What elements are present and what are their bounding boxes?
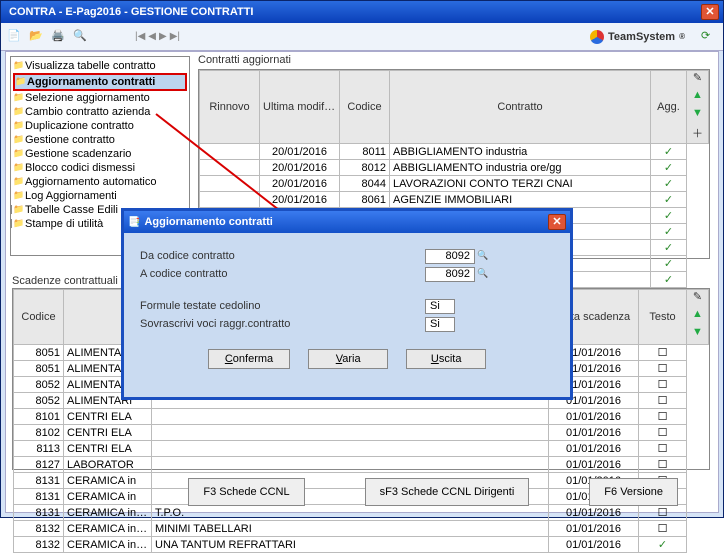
tree-item-cambio[interactable]: Cambio contratto azienda: [13, 105, 187, 119]
nav-next-icon[interactable]: ▶: [159, 31, 167, 42]
varia-button[interactable]: Varia: [308, 349, 388, 369]
grid-header: Rinnovo Ultima modifica Codice Contratto…: [200, 71, 709, 144]
table-row[interactable]: 20/01/20168012ABBIGLIAMENTO industria or…: [200, 160, 709, 176]
table-row[interactable]: 8131CERAMICA industriaT.P.O.01/01/2016☐: [14, 505, 709, 521]
label-formule: Formule testate cedolino: [140, 300, 330, 312]
table-row[interactable]: 8127LABORATOR01/01/2016☐: [14, 457, 709, 473]
dialog-title: Aggiornamento contratti: [144, 216, 548, 228]
tree-item-gestione-contratto[interactable]: Gestione contratto: [13, 133, 187, 147]
print-icon[interactable]: 🖨️: [51, 29, 67, 45]
table-row[interactable]: 8132CERAMICA industria Ore/GgUNA TANTUM …: [14, 537, 709, 553]
nav-first-icon[interactable]: |◀: [135, 31, 145, 42]
search-icon[interactable]: 🔍: [73, 29, 89, 45]
table-row[interactable]: 8101CENTRI ELA01/01/2016☐: [14, 409, 709, 425]
table-row[interactable]: 8132CERAMICA industria Ore/GgMINIMI TABE…: [14, 521, 709, 537]
dialog-titlebar: 📑 Aggiornamento contratti ✕: [124, 211, 570, 233]
nav-prev-icon[interactable]: ◀: [148, 31, 156, 42]
input-sovrascrivi[interactable]: Si: [425, 317, 455, 332]
table-row[interactable]: 20/01/20168061AGENZIE IMMOBILIARI✓: [200, 192, 709, 208]
tree-item-duplicazione[interactable]: Duplicazione contratto: [13, 119, 187, 133]
label-a-codice: A codice contratto: [140, 268, 330, 280]
table-row[interactable]: 8102CENTRI ELA01/01/2016☐: [14, 425, 709, 441]
table-row[interactable]: 8113CENTRI ELA01/01/2016☐: [14, 441, 709, 457]
down-icon[interactable]: ▼: [687, 326, 708, 344]
sf3-schede-button[interactable]: sF3 Schede CCNL Dirigenti: [365, 478, 530, 506]
expand-icon[interactable]: +: [10, 219, 12, 228]
tree-item-agg-auto[interactable]: Aggiornamento automatico: [13, 175, 187, 189]
f6-versione-button[interactable]: F6 Versione: [589, 478, 678, 506]
grid-side-buttons: ✎ ▲ ▼ ＋: [687, 71, 709, 144]
toolbar: 📄 📂 🖨️ 🔍 |◀ ◀ ▶ ▶| TeamSystem® ⟳: [1, 23, 723, 51]
down-icon[interactable]: ▼: [687, 107, 708, 125]
titlebar: CONTRA - E-Pag2016 - GESTIONE CONTRATTI …: [1, 1, 723, 23]
tree-item-aggiornamento-contratti[interactable]: Aggiornamento contratti: [13, 73, 187, 91]
top-section-label: Contratti aggiornati: [198, 54, 291, 66]
close-icon[interactable]: ✕: [701, 4, 719, 20]
dialog-buttons: Conferma Varia Uscita: [140, 349, 554, 369]
window-title: CONTRA - E-Pag2016 - GESTIONE CONTRATTI: [5, 6, 701, 18]
grid-side-buttons: ✎ ▲ ▼: [687, 290, 709, 345]
new-icon[interactable]: 📄: [7, 29, 23, 45]
tree-item-selezione[interactable]: Selezione aggiornamento: [13, 91, 187, 105]
table-row[interactable]: 20/01/20168011ABBIGLIAMENTO industria✓: [200, 144, 709, 160]
lookup-icon[interactable]: 🔍: [477, 250, 489, 262]
input-da-codice[interactable]: 8092: [425, 249, 475, 264]
brand-logo-icon: [590, 30, 604, 44]
f3-schede-button[interactable]: F3 Schede CCNL: [188, 478, 304, 506]
conferma-button[interactable]: Conferma: [208, 349, 290, 369]
sync-icon[interactable]: ⟳: [701, 29, 717, 45]
dialog-aggiornamento: 📑 Aggiornamento contratti ✕ Da codice co…: [121, 208, 573, 400]
add-row-icon[interactable]: ＋: [687, 125, 708, 143]
edit-row-icon[interactable]: ✎: [687, 71, 708, 89]
footer-buttons: F3 Schede CCNL sF3 Schede CCNL Dirigenti…: [6, 478, 718, 506]
main-window: CONTRA - E-Pag2016 - GESTIONE CONTRATTI …: [0, 0, 724, 518]
dialog-icon: 📑: [128, 217, 140, 228]
input-formule[interactable]: Si: [425, 299, 455, 314]
nav-icons: |◀ ◀ ▶ ▶|: [135, 31, 180, 42]
open-icon[interactable]: 📂: [29, 29, 45, 45]
label-da-codice: Da codice contratto: [140, 250, 330, 262]
expand-icon[interactable]: +: [10, 205, 12, 214]
label-sovrascrivi: Sovrascrivi voci raggr.contratto: [140, 318, 330, 330]
dialog-body: Da codice contratto 8092 🔍 A codice cont…: [124, 233, 570, 377]
brand: TeamSystem®: [590, 30, 685, 44]
tree-item-gestione-scadenzario[interactable]: Gestione scadenzario: [13, 147, 187, 161]
dialog-close-icon[interactable]: ✕: [548, 214, 566, 230]
up-icon[interactable]: ▲: [687, 308, 708, 326]
lookup-icon[interactable]: 🔍: [477, 268, 489, 280]
tree-item-visualizza[interactable]: Visualizza tabelle contratto: [13, 59, 187, 73]
input-a-codice[interactable]: 8092: [425, 267, 475, 282]
up-icon[interactable]: ▲: [687, 89, 708, 107]
uscita-button[interactable]: Uscita: [406, 349, 486, 369]
tree-item-blocco[interactable]: Blocco codici dismessi: [13, 161, 187, 175]
tree-item-log[interactable]: Log Aggiornamenti: [13, 189, 187, 203]
edit-row-icon[interactable]: ✎: [687, 290, 708, 308]
table-row[interactable]: 20/01/20168044LAVORAZIONI CONTO TERZI CN…: [200, 176, 709, 192]
nav-last-icon[interactable]: ▶|: [170, 31, 180, 42]
